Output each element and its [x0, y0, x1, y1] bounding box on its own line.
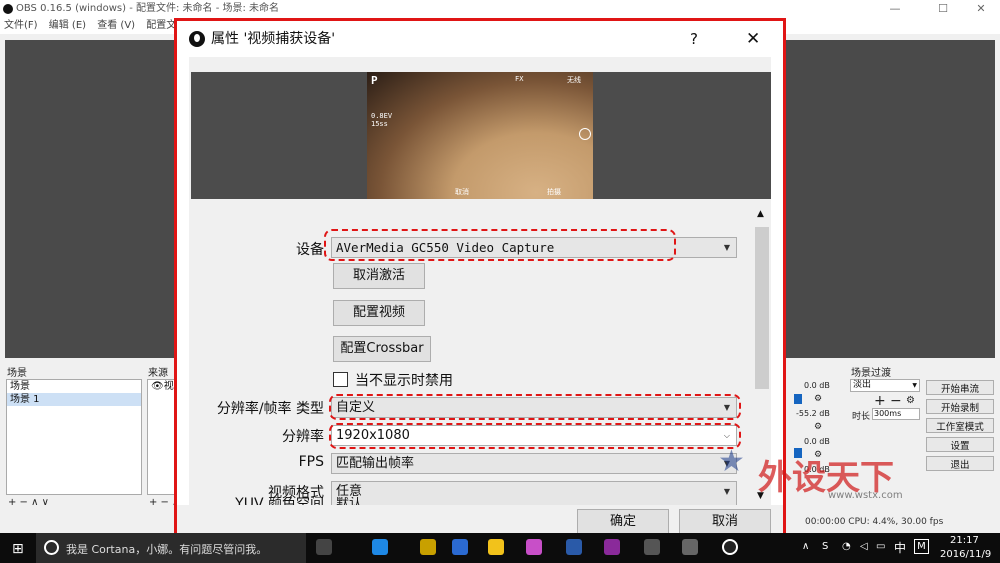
store-icon[interactable] — [452, 539, 468, 555]
chevron-up-icon[interactable]: ∧ — [802, 541, 809, 552]
volume-icon[interactable]: ◁ — [860, 541, 868, 552]
app-icon[interactable] — [682, 539, 698, 555]
volume-bar[interactable] — [794, 394, 802, 404]
menu-edit[interactable]: 编辑 (E) — [49, 20, 86, 31]
menu-view[interactable]: 查看 (V) — [97, 20, 135, 31]
star-icon: ★ — [718, 444, 745, 479]
windows-start-icon[interactable]: ⊞ — [12, 541, 24, 557]
obs-logo-icon — [189, 31, 205, 47]
duration-input[interactable]: 300ms — [872, 408, 920, 420]
cancel-button[interactable]: 取消 — [679, 509, 771, 535]
mixer-level: -55.2 dB — [796, 409, 830, 418]
obs-taskbar-icon[interactable] — [722, 539, 738, 555]
scene-list-controls[interactable]: + − ∧ ∨ — [8, 497, 49, 508]
menu-file[interactable]: 文件(F) — [4, 20, 38, 31]
camera-osd: 15ss — [371, 120, 388, 128]
watermark-logo: ★ 外设天下 www.wstx.com — [718, 440, 978, 504]
photoshop-icon[interactable] — [566, 539, 582, 555]
edge-icon[interactable] — [372, 539, 388, 555]
help-icon[interactable]: ? — [690, 21, 698, 57]
list-item[interactable]: 场景 — [7, 380, 141, 393]
obs-window-title: OBS 0.16.5 (windows) - 配置文件: 未命名 - 场景: 未… — [16, 3, 280, 14]
battery-icon[interactable]: ▭ — [876, 541, 885, 552]
camera-osd: 0.8EV — [371, 112, 393, 120]
resolution-label: 分辨率 — [282, 429, 324, 445]
eye-icon[interactable]: 👁 — [151, 381, 164, 392]
add-transition-icon[interactable]: + — [874, 393, 886, 409]
ime-mode-icon[interactable]: M — [914, 539, 929, 554]
camera-mode-label: P — [371, 74, 378, 87]
deactivate-button[interactable]: 取消激活 — [333, 263, 425, 289]
maximize-icon[interactable]: ☐ — [928, 0, 958, 18]
status-bar: 00:00:00 CPU: 4.4%, 30.00 fps — [805, 517, 944, 527]
shutter-icon — [579, 128, 591, 140]
resolution-type-label: 分辨率/帧率 类型 — [216, 401, 324, 417]
wifi-icon[interactable]: ◔ — [842, 541, 851, 552]
sources-list[interactable]: 👁视 — [147, 379, 175, 495]
mixer-level: 0.0 dB — [804, 381, 830, 390]
minimize-icon[interactable]: — — [880, 0, 910, 18]
yuv-row-clipped: YUV 颜色空间 默认 — [189, 497, 753, 505]
camera-osd: FX — [515, 75, 524, 83]
premiere-icon[interactable] — [604, 539, 620, 555]
close-window-icon[interactable]: ✕ — [966, 0, 996, 18]
duration-label: 时长 — [852, 412, 871, 422]
task-view-icon[interactable] — [316, 539, 332, 555]
gear-icon[interactable]: ⚙ — [906, 395, 915, 406]
app-icon[interactable] — [644, 539, 660, 555]
cortana-icon — [44, 540, 59, 555]
properties-dialog: 属性 '视频捕获设备' ? ✕ P FX 无线 0.8EV 15ss 取消 拍摄… — [174, 18, 786, 546]
configure-video-button[interactable]: 配置视频 — [333, 300, 425, 326]
cortana-search-box[interactable]: 我是 Cortana，小娜。有问题尽管问我。 — [36, 533, 306, 563]
list-item[interactable]: 场景 1 — [7, 393, 141, 406]
start-recording-button[interactable]: 开始录制 — [926, 399, 994, 414]
sources-panel-label: 来源 — [148, 368, 168, 379]
device-label: 设备 — [296, 242, 324, 258]
close-icon[interactable]: ✕ — [746, 21, 760, 57]
yuv-label: YUV 颜色空间 — [235, 497, 324, 505]
disable-when-hidden-checkbox[interactable] — [333, 372, 348, 387]
disable-when-hidden-label: 当不显示时禁用 — [355, 373, 453, 389]
scroll-thumb[interactable] — [755, 227, 769, 389]
studio-mode-button[interactable]: 工作室模式 — [926, 418, 994, 433]
fps-label: FPS — [298, 454, 324, 470]
configure-crossbar-button[interactable]: 配置Crossbar — [333, 336, 431, 362]
file-explorer-icon[interactable] — [420, 539, 436, 555]
app-v-icon[interactable] — [488, 539, 504, 555]
camera-osd: 取消 — [455, 188, 469, 196]
camera-osd: 无线 — [567, 76, 581, 84]
fps-select[interactable]: 匹配输出帧率 ▼ — [331, 453, 737, 474]
clock-date[interactable]: 2016/11/9 — [940, 549, 991, 560]
highlight-annotation — [329, 423, 741, 449]
dialog-title-bar: 属性 '视频捕获设备' ? ✕ — [177, 21, 783, 57]
obs-logo-icon — [3, 4, 13, 14]
scenes-panel-label: 场景 — [7, 368, 27, 379]
scroll-up-icon[interactable]: ▲ — [757, 209, 764, 219]
watermark-url: www.wstx.com — [828, 490, 903, 501]
dialog-title: 属性 '视频捕获设备' — [211, 31, 336, 47]
transition-select[interactable]: 淡出 ▼ — [850, 379, 920, 392]
dialog-body: P FX 无线 0.8EV 15ss 取消 拍摄 设备 AVerMedia GC… — [189, 57, 771, 505]
list-item[interactable]: 👁视 — [148, 380, 174, 393]
source-label: 视 — [163, 381, 174, 392]
camera-feed-image: P FX 无线 0.8EV 15ss 取消 拍摄 — [367, 72, 593, 199]
camera-osd: 拍摄 — [547, 188, 561, 196]
obs-title-bar: OBS 0.16.5 (windows) - 配置文件: 未命名 - 场景: 未… — [0, 0, 1000, 18]
app-icon[interactable] — [526, 539, 542, 555]
ime-indicator[interactable]: 中 — [894, 539, 906, 556]
highlight-annotation — [324, 229, 676, 261]
remove-transition-icon[interactable]: − — [890, 393, 902, 409]
highlight-annotation — [329, 394, 741, 420]
ok-button[interactable]: 确定 — [577, 509, 669, 535]
cortana-placeholder: 我是 Cortana，小娜。有问题尽管问我。 — [66, 543, 268, 556]
start-streaming-button[interactable]: 开始串流 — [926, 380, 994, 395]
bluetooth-icon[interactable]: S — [822, 541, 828, 552]
capture-preview: P FX 无线 0.8EV 15ss 取消 拍摄 — [191, 72, 771, 199]
transitions-label: 场景过渡 — [851, 368, 891, 379]
gear-icon[interactable]: ⚙ — [814, 422, 822, 432]
gear-icon[interactable]: ⚙ — [814, 394, 822, 404]
scenes-list[interactable]: 场景 场景 1 — [6, 379, 142, 495]
yuv-select[interactable]: 默认 — [331, 497, 737, 505]
clock-time[interactable]: 21:17 — [950, 535, 979, 546]
